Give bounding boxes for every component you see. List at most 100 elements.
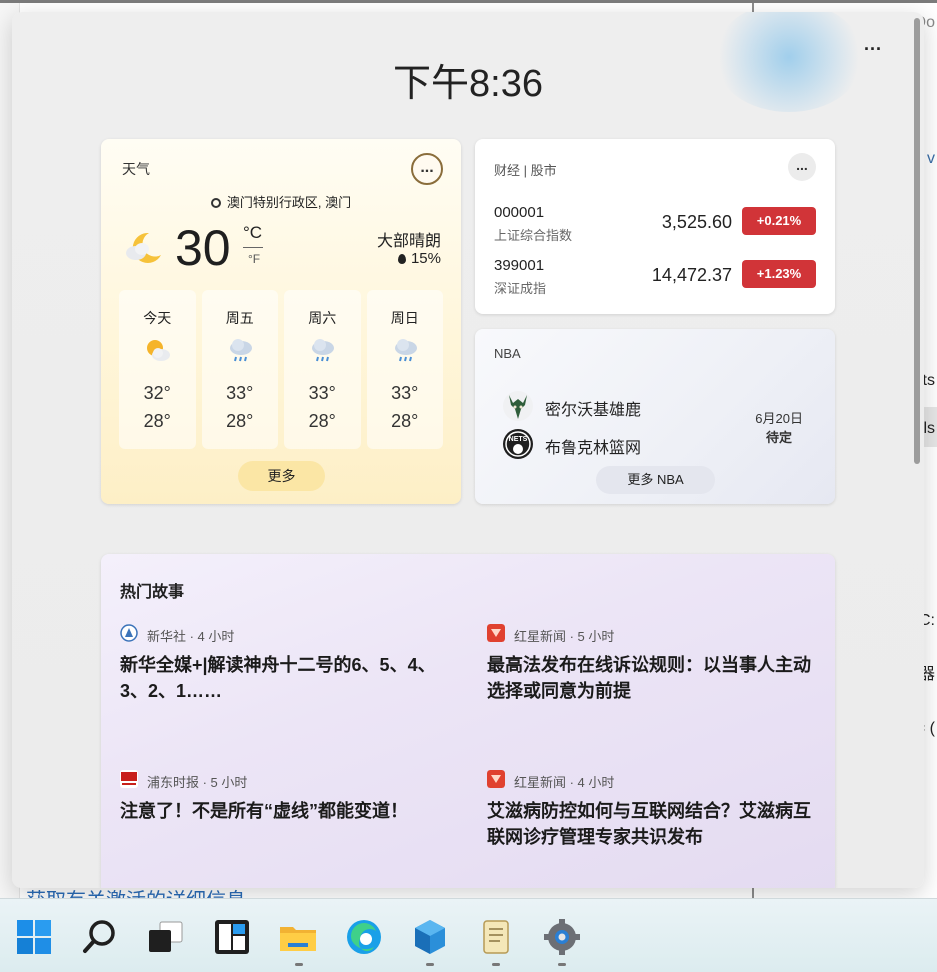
background-top-border (0, 0, 937, 3)
story-headline[interactable]: 新华全媒+|解读神舟十二号的6、5、4、3、2、1…… (120, 652, 460, 704)
sun-cloud-icon (147, 340, 170, 361)
moon-partly-cloudy-icon (126, 232, 161, 263)
story-meta: 红星新闻 · 4 小时 (514, 775, 615, 790)
running-indicator (426, 963, 434, 966)
forecast-day[interactable]: 周日 33° 28° (366, 290, 443, 449)
story-item[interactable]: 浦东时报 · 5 小时 注意了！不是所有“虚线”都能变道！ (120, 770, 460, 824)
forecast-high: 32° (143, 383, 171, 403)
stock-name: 深证成指 (494, 281, 547, 296)
widgets-panel: ... 下午8:36 天气 ... 澳门特别行政区, 澳门 30 °C °F 大… (12, 12, 924, 888)
story-source: 红星新闻 · 4 小时 (487, 770, 827, 790)
weather-title: 天气 (122, 161, 150, 177)
rain-cloud-icon (394, 339, 417, 362)
finance-card[interactable]: 财经 | 股市 ... 000001 上证综合指数 3,525.60 +0.21… (475, 139, 835, 314)
unit-divider (243, 247, 263, 248)
story-item[interactable]: 新华社 · 4 小时 新华全媒+|解读神舟十二号的6、5、4、3、2、1…… (120, 624, 460, 704)
story-source: 新华社 · 4 小时 (120, 624, 460, 644)
story-headline[interactable]: 艾滋病防控如何与互联网结合？艾滋病互联网诊疗管理专家共识发布 (487, 798, 827, 850)
stock-change-badge: +0.21% (742, 207, 816, 235)
current-temperature: 30 (175, 220, 231, 276)
forecast-high: 33° (308, 383, 336, 403)
story-item[interactable]: 红星新闻 · 5 小时 最高法发布在线诉讼规则：以当事人主动选择或同意为前提 (487, 624, 827, 704)
stock-row[interactable]: 399001 深证成指 14,472.37 +1.23% (494, 257, 816, 297)
team-row[interactable]: NETS 布鲁克林篮网 (501, 427, 721, 461)
finance-menu-button[interactable]: ... (788, 153, 816, 181)
story-item[interactable]: 红星新闻 · 4 小时 艾滋病防控如何与互联网结合？艾滋病互联网诊疗管理专家共识… (487, 770, 827, 850)
forecast-day-name: 周五 (225, 310, 254, 326)
team-name: 密尔沃基雄鹿 (545, 402, 642, 419)
running-indicator (492, 963, 500, 966)
weather-card[interactable]: 天气 ... 澳门特别行政区, 澳门 30 °C °F 大部晴朗 15% 今天 … (101, 139, 461, 504)
stock-value: 3,525.60 (661, 212, 732, 232)
nba-more-button[interactable]: 更多 NBA (596, 466, 715, 494)
team-name: 布鲁克林篮网 (545, 440, 642, 457)
forecast-low: 28° (391, 411, 419, 431)
story-meta: 新华社 · 4 小时 (147, 629, 235, 644)
weather-location[interactable]: 澳门特别行政区, 澳门 (101, 192, 461, 211)
top-stories-title: 热门故事 (120, 584, 185, 601)
running-indicator (558, 963, 566, 966)
notepad-scroll-icon[interactable] (476, 917, 516, 957)
story-headline[interactable]: 最高法发布在线诉讼规则：以当事人主动选择或同意为前提 (487, 652, 827, 704)
location-pin-icon (210, 198, 221, 208)
widgets-icon[interactable] (212, 917, 252, 957)
forecast-day[interactable]: 周五 33° 28° (201, 290, 278, 449)
background-text-fragment: ts (922, 372, 935, 389)
game-status: 待定 (765, 430, 792, 445)
nba-title: NBA (494, 346, 521, 361)
edge-icon[interactable] (344, 917, 384, 957)
precipitation-value: 15% (410, 250, 441, 267)
stock-name: 上证综合指数 (494, 228, 573, 243)
forecast-low: 28° (308, 411, 336, 431)
stock-value: 14,472.37 (651, 265, 732, 285)
rain-cloud-icon (312, 339, 334, 362)
task-view-icon[interactable] (146, 917, 186, 957)
team-row[interactable]: 密尔沃基雄鹿 (501, 389, 721, 423)
rain-cloud-icon (229, 339, 252, 362)
clock-time: 下午8:36 (393, 63, 543, 105)
forecast-high: 33° (391, 383, 419, 403)
weather-more-button[interactable]: 更多 (238, 461, 325, 491)
running-indicator (295, 963, 303, 966)
weather-location-text: 澳门特别行政区, 澳门 (226, 195, 352, 210)
stock-code: 399001 (494, 257, 545, 274)
story-headline[interactable]: 注意了！不是所有“虚线”都能变道！ (120, 798, 460, 824)
finance-title: 财经 | 股市 (494, 163, 557, 178)
forecast-low: 28° (143, 411, 171, 431)
svg-text:NETS: NETS (509, 436, 528, 443)
stock-row[interactable]: 000001 上证综合指数 3,525.60 +0.21% (494, 204, 816, 244)
weather-menu-button[interactable]: ... (411, 153, 443, 185)
precipitation: 15% (397, 250, 441, 267)
forecast-day-name: 周六 (308, 310, 337, 326)
search-icon[interactable] (80, 917, 120, 957)
forecast-day[interactable]: 周六 33° 28° (284, 290, 361, 449)
taskbar (0, 898, 937, 972)
bucks-logo-icon (503, 391, 533, 421)
story-meta: 浦东时报 · 5 小时 (147, 775, 248, 790)
weather-condition: 大部晴朗 (376, 233, 441, 250)
game-date: 6月20日 (755, 411, 803, 426)
nets-logo-icon: NETS (503, 429, 533, 459)
stock-change-badge: +1.23% (742, 260, 816, 288)
forecast-day-name: 周日 (390, 310, 419, 326)
app-cube-icon[interactable] (410, 917, 450, 957)
start-icon[interactable] (14, 917, 54, 957)
stock-code: 000001 (494, 204, 545, 221)
settings-gear-icon[interactable] (542, 917, 582, 957)
forecast-day[interactable]: 今天 32° 28° (119, 290, 196, 449)
story-meta: 红星新闻 · 5 小时 (514, 629, 615, 644)
top-stories-card: 热门故事 新华社 · 4 小时 新华全媒+|解读神舟十二号的6、5、4、3、2、… (101, 554, 835, 888)
background-text-fragment: ls (923, 420, 935, 437)
pudong-logo-icon (120, 770, 138, 788)
forecast-day-name: 今天 (143, 310, 172, 326)
unit-fahrenheit-toggle[interactable]: °F (248, 252, 260, 266)
hongxing-logo-icon (487, 770, 505, 788)
forecast-high: 33° (226, 383, 254, 403)
unit-celsius-toggle[interactable]: °C (243, 223, 262, 243)
forecast-low: 28° (226, 411, 254, 431)
story-source: 红星新闻 · 5 小时 (487, 624, 827, 644)
nba-card[interactable]: NBA 密尔沃基雄鹿 NETS 布鲁克林篮网 6月20日 待定 更多 NBA (475, 329, 835, 504)
hongxing-logo-icon (487, 624, 505, 642)
xinhua-logo-icon (120, 624, 138, 642)
file-explorer-icon[interactable] (278, 917, 318, 957)
